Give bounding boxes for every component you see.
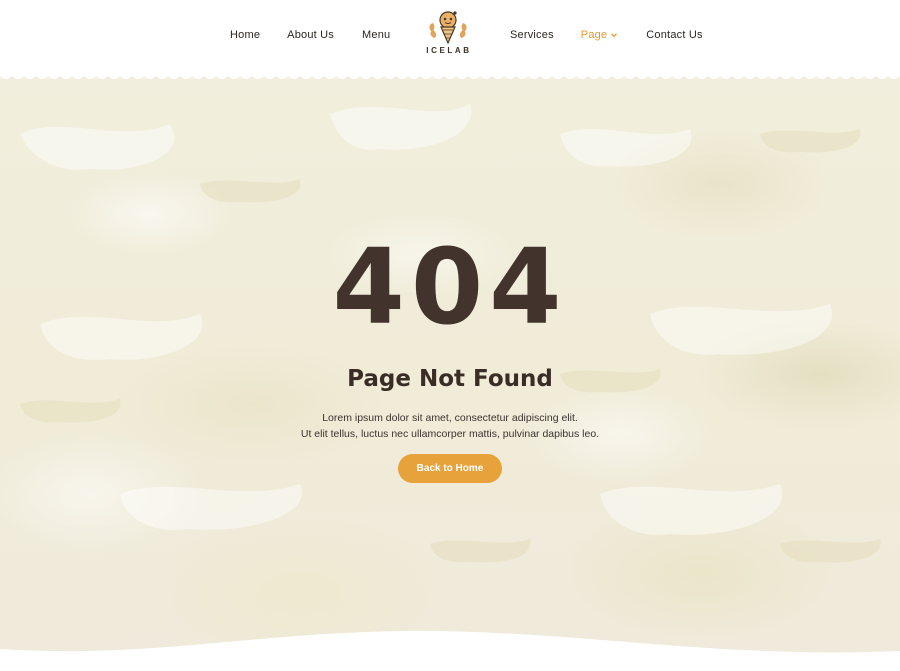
logo-wordmark: ICELAB (426, 46, 472, 55)
nav-contact-link[interactable]: Contact Us (646, 29, 702, 41)
nav-page-dropdown[interactable]: Page (581, 29, 619, 41)
page: Home About Us Menu ICELAB Services Page … (0, 0, 900, 671)
header-zigzag-edge (0, 70, 900, 79)
site-logo[interactable]: ICELAB (424, 10, 472, 60)
hero-section: 404 Page Not Found Lorem ipsum dolor sit… (0, 74, 900, 671)
nav-page-label: Page (580, 29, 608, 41)
ice-cream-cone-logo-icon (429, 11, 467, 44)
nav-right: Services Page Contact Us (510, 0, 703, 70)
bottom-wave-divider (0, 631, 900, 671)
nav-left: Home About Us Menu (230, 0, 390, 70)
chevron-down-icon (611, 33, 618, 38)
description-line-1: Lorem ipsum dolor sit amet, consectetur … (322, 412, 578, 424)
nav-services-link[interactable]: Services (510, 29, 554, 41)
site-header: Home About Us Menu ICELAB Services Page … (0, 0, 900, 74)
back-to-home-button[interactable]: Back to Home (398, 454, 502, 483)
error-code-404: 404 (332, 226, 568, 348)
nav-about-link[interactable]: About Us (287, 29, 334, 41)
nav-menu-link[interactable]: Menu (362, 29, 390, 41)
error-description: Lorem ipsum dolor sit amet, consectetur … (0, 411, 900, 442)
description-line-2: Ut elit tellus, luctus nec ullamcorper m… (300, 427, 600, 440)
page-title: Page Not Found (347, 366, 553, 392)
nav-home-link[interactable]: Home (230, 29, 260, 41)
